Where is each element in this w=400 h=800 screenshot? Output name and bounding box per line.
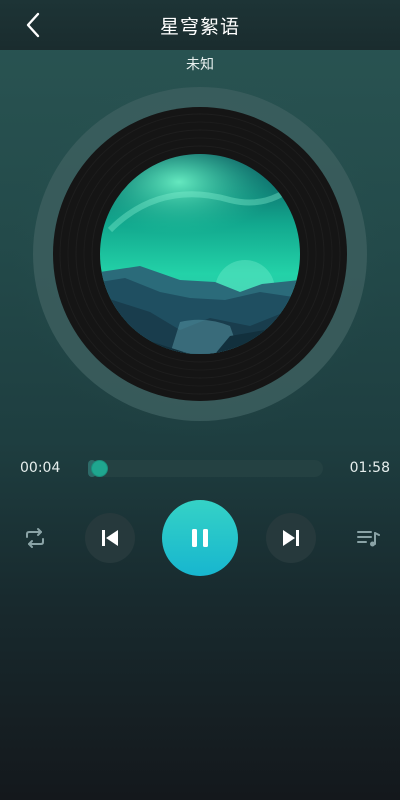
disc-graphic <box>12 66 388 442</box>
current-time: 00:04 <box>20 460 61 476</box>
page-title: 星穹絮语 <box>159 16 240 38</box>
album-disc <box>0 66 400 450</box>
skip-previous-icon <box>102 530 118 546</box>
repeat-icon <box>26 528 44 548</box>
top-bar: 星穹絮语 <box>0 0 400 50</box>
playlist-button[interactable] <box>351 522 385 554</box>
previous-button[interactable] <box>85 513 135 563</box>
next-button[interactable] <box>266 513 316 563</box>
progress-bar[interactable] <box>88 460 323 477</box>
progress-thumb[interactable] <box>91 461 107 476</box>
playlist-icon <box>357 531 380 547</box>
play-pause-button[interactable] <box>162 500 238 576</box>
repeat-button[interactable] <box>18 522 52 554</box>
total-time: 01:58 <box>349 460 390 476</box>
pause-icon <box>192 529 208 547</box>
skip-next-icon <box>283 530 299 546</box>
